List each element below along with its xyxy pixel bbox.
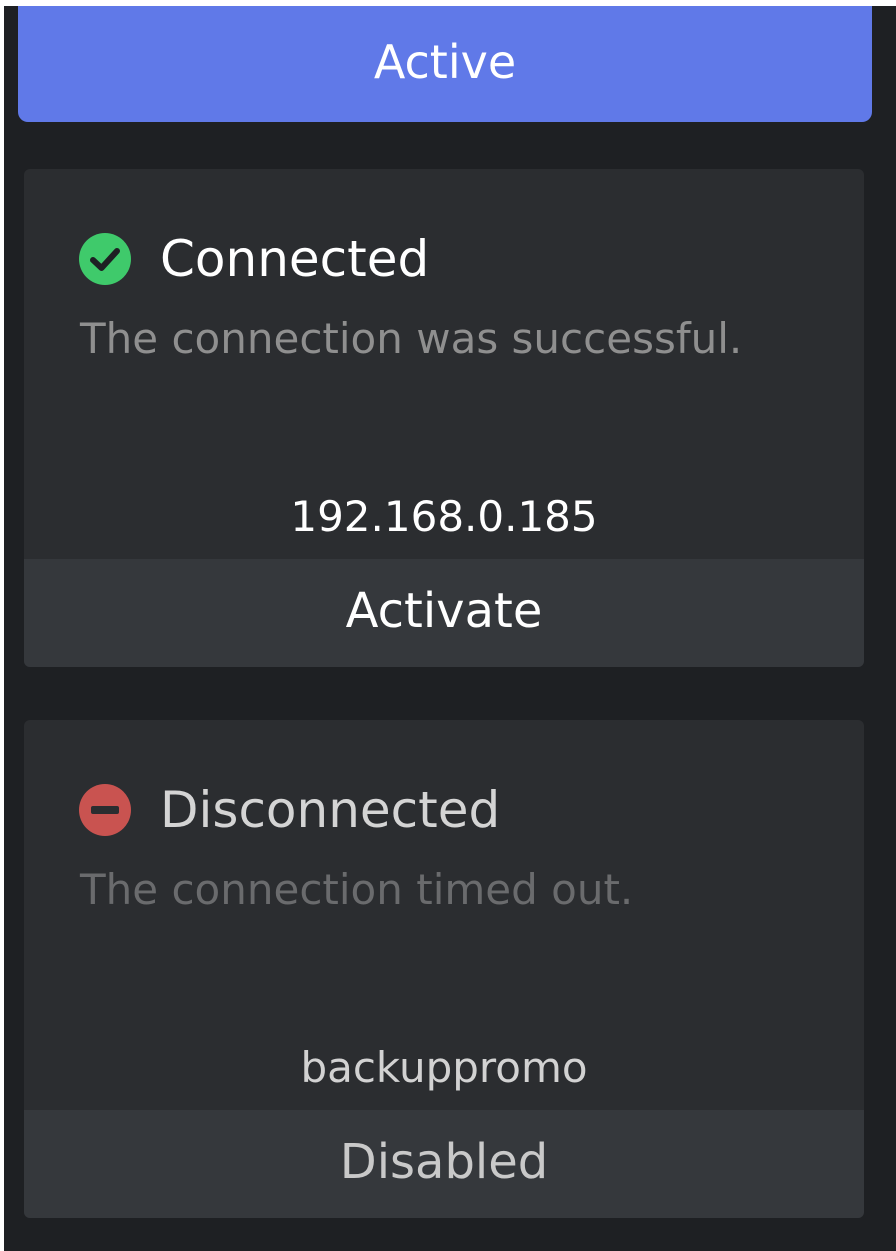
status-description: The connection was successful. (80, 314, 743, 363)
connection-card-connected: Connected The connection was successful.… (24, 169, 864, 667)
disabled-button: Disabled (24, 1110, 864, 1218)
status-title: Connected (160, 230, 430, 288)
status-row: Connected (78, 229, 429, 289)
connection-card-disconnected: Disconnected The connection timed out. b… (24, 720, 864, 1218)
check-circle-icon (78, 232, 132, 286)
activate-button[interactable]: Activate (24, 559, 864, 667)
status-title: Disconnected (160, 781, 501, 839)
connection-address: 192.168.0.185 (290, 492, 598, 541)
window-left-border (0, 0, 4, 1251)
minus-circle-icon (78, 783, 132, 837)
status-row: Disconnected (78, 780, 500, 840)
active-button[interactable]: Active (18, 6, 872, 122)
status-description: The connection timed out. (80, 865, 634, 914)
connection-address: backuppromo (300, 1043, 588, 1092)
